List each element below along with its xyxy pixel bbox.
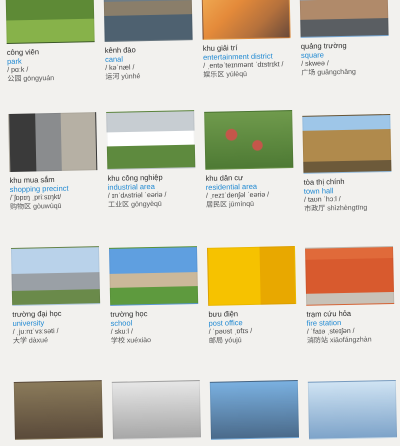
- vietnamese-term: trường học: [110, 309, 148, 319]
- pronunciation: / pɑːk /: [7, 66, 29, 75]
- vocab-entry-town-hall: tòa thị chính town hall / taʊn ˈhɔːl / 市…: [302, 113, 395, 213]
- chinese-term: 娱乐区 yúlèqū: [203, 70, 248, 79]
- photo-town-hall: [302, 113, 392, 174]
- chinese-term: 公园 gōngyuán: [7, 75, 55, 84]
- vietnamese-term: công viên: [6, 47, 40, 58]
- photo-entertainment-district: [201, 0, 291, 40]
- vocab-entry-cropped-1: [13, 380, 107, 440]
- vocab-entry-park: công viên park / pɑːk / 公园 gōngyuán: [5, 0, 98, 83]
- english-term: school: [110, 318, 133, 328]
- chinese-term: 市政厅 shìzhèngtīng: [304, 204, 368, 213]
- vietnamese-term: kênh đào: [104, 45, 136, 55]
- vocab-entry-post-office: bưu điện post office / ˈpəʊst ˌɒfɪs / 邮局…: [207, 246, 300, 345]
- vocab-entry-cropped-2: [111, 380, 205, 440]
- vocab-entry-fire-station: trạm cứu hỏa fire station / ˈfaɪə ˌsteɪʃ…: [305, 245, 398, 345]
- photo-canal: [103, 0, 193, 42]
- photo-cropped-3: [209, 379, 300, 440]
- chinese-term: 工业区 gōngyèqū: [108, 200, 162, 209]
- photo-cropped-4: [307, 379, 398, 440]
- vocab-entry-school: trường học school / skuːl / 学校 xuéxiào: [108, 246, 202, 345]
- photo-cropped-1: [13, 380, 103, 440]
- english-term: square: [300, 50, 325, 60]
- chinese-term: 学校 xuéxiào: [110, 337, 152, 345]
- chinese-term: 广场 guǎngchǎng: [301, 68, 356, 77]
- photo-fire-station: [305, 245, 395, 306]
- vocab-entry-shopping-precinct: khu mua sắm shopping precinct /ˈʃɒpɪŋ ˌp…: [8, 112, 101, 211]
- vietnamese-term: tòa thị chính: [303, 176, 345, 187]
- chinese-term: 居民区 jūmínqū: [206, 200, 255, 209]
- chinese-term: 消防站 xiāofángzhàn: [306, 336, 372, 345]
- vocab-entry-entertainment-district: khu giải trí entertainment district / ˌe…: [201, 0, 294, 79]
- pronunciation: / ˈpəʊst ˌɒfɪs /: [208, 327, 253, 336]
- photo-post-office: [207, 246, 297, 306]
- vocab-entry-cropped-4: [307, 379, 400, 440]
- english-term: canal: [104, 54, 124, 64]
- vocab-entry-residential-area: khu dân cư residential area / ˌrezɪˈdenʃ…: [204, 110, 297, 209]
- photo-university: [10, 246, 101, 306]
- chinese-term: 大学 dàxué: [12, 337, 49, 345]
- vocabulary-page: công viên park / pɑːk / 公园 gōngyuán kênh…: [0, 0, 400, 440]
- photo-residential-area: [204, 110, 294, 170]
- vocab-entry-university: trường đại học university / ˌjuːnɪˈvɜːsə…: [10, 246, 104, 345]
- english-term: park: [6, 56, 22, 67]
- chinese-term: 运河 yùnhé: [105, 73, 141, 81]
- vocab-entry-canal: kênh đào canal / kəˈnæl / 运河 yùnhé: [103, 0, 196, 81]
- vocab-entry-cropped-3: [209, 379, 303, 440]
- vietnamese-term: trạm cứu hỏa: [306, 308, 352, 319]
- chinese-term: 邮局 yóujú: [208, 337, 242, 345]
- pronunciation: / skuːl /: [110, 328, 134, 336]
- vocab-entry-industrial-area: khu công nghiệp industrial area / ɪnˈdʌs…: [106, 110, 199, 209]
- chinese-term: 购物区 gòuwùqū: [10, 202, 62, 211]
- photo-school: [108, 246, 199, 306]
- photo-shopping-precinct: [8, 112, 98, 172]
- vocab-entry-square: quảng trường square / skweə / 广场 guǎngch…: [299, 0, 392, 77]
- photo-cropped-2: [111, 380, 201, 440]
- photo-industrial-area: [106, 110, 196, 170]
- photo-square: [299, 0, 389, 38]
- photo-park: [5, 0, 95, 45]
